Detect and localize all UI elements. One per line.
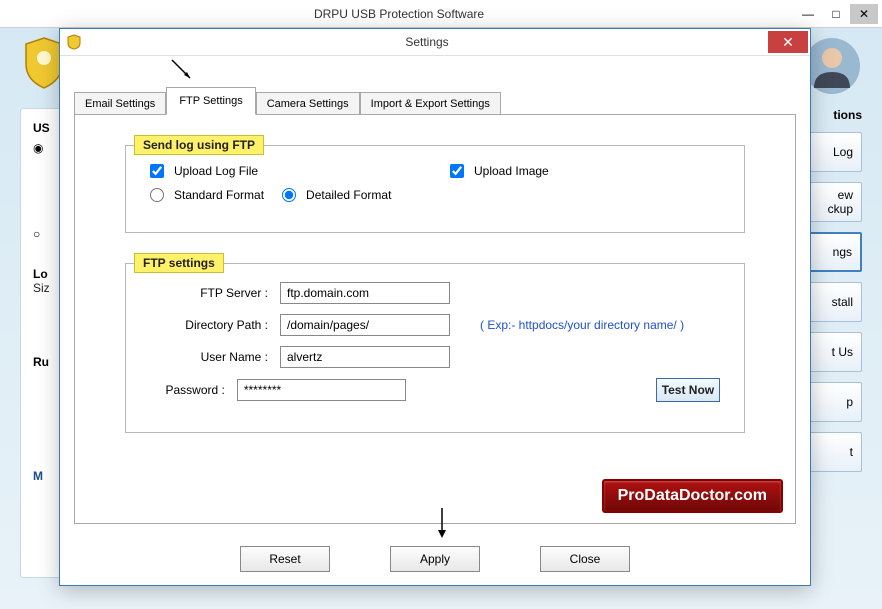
- input-ftp-server[interactable]: [280, 282, 450, 304]
- input-password[interactable]: [237, 379, 406, 401]
- close-button[interactable]: ✕: [850, 4, 878, 24]
- checkbox-upload-log-file[interactable]: [150, 164, 164, 178]
- label-ftp-server: FTP Server :: [150, 286, 280, 300]
- label-user-name: User Name :: [150, 350, 280, 364]
- dialog-buttons: Reset Apply Close: [60, 534, 810, 588]
- settings-dialog: Settings ✕ Email Settings FTP Settings C…: [59, 28, 811, 586]
- dialog-close-button[interactable]: ✕: [768, 31, 808, 53]
- label-directory-path: Directory Path :: [150, 318, 280, 332]
- main-titlebar: DRPU USB Protection Software — □ ✕: [0, 0, 882, 28]
- tab-import-export-settings[interactable]: Import & Export Settings: [360, 92, 501, 115]
- apply-button[interactable]: Apply: [390, 546, 480, 572]
- label-upload-log-file: Upload Log File: [174, 164, 258, 178]
- test-now-button[interactable]: Test Now: [656, 378, 720, 402]
- brand-badge: ProDataDoctor.com: [602, 479, 783, 513]
- tab-ftp-settings[interactable]: FTP Settings: [166, 87, 255, 115]
- tab-strip: Email Settings FTP Settings Camera Setti…: [74, 84, 796, 114]
- dialog-body: Email Settings FTP Settings Camera Setti…: [60, 56, 810, 534]
- tab-camera-settings[interactable]: Camera Settings: [256, 92, 360, 115]
- tab-email-settings[interactable]: Email Settings: [74, 92, 166, 115]
- reset-button[interactable]: Reset: [240, 546, 330, 572]
- main-window-title: DRPU USB Protection Software: [4, 7, 794, 21]
- fieldset-ftp-settings: FTP settings FTP Server : Directory Path…: [125, 263, 745, 433]
- dialog-title: Settings: [88, 35, 766, 49]
- shield-icon: [66, 34, 82, 50]
- label-password: Password :: [150, 383, 237, 397]
- label-standard-format: Standard Format: [174, 188, 264, 202]
- maximize-button[interactable]: □: [822, 4, 850, 24]
- label-upload-image: Upload Image: [474, 164, 549, 178]
- input-user-name[interactable]: [280, 346, 450, 368]
- arrow-annotation-icon: [432, 506, 452, 542]
- radio-detailed-format[interactable]: [282, 188, 296, 202]
- avatar-icon: [802, 36, 862, 96]
- arrow-annotation-icon: [168, 56, 198, 86]
- minimize-button[interactable]: —: [794, 4, 822, 24]
- radio-standard-format[interactable]: [150, 188, 164, 202]
- hint-directory-path: ( Exp:- httpdocs/your directory name/ ): [480, 318, 684, 332]
- legend-send-log: Send log using FTP: [134, 135, 264, 155]
- legend-ftp-settings: FTP settings: [134, 253, 224, 273]
- close-button[interactable]: Close: [540, 546, 630, 572]
- checkbox-upload-image[interactable]: [450, 164, 464, 178]
- label-detailed-format: Detailed Format: [306, 188, 391, 202]
- fieldset-send-log: Send log using FTP Upload Log File Stand…: [125, 145, 745, 233]
- input-directory-path[interactable]: [280, 314, 450, 336]
- dialog-titlebar: Settings ✕: [60, 29, 810, 56]
- tab-content: Send log using FTP Upload Log File Stand…: [74, 114, 796, 524]
